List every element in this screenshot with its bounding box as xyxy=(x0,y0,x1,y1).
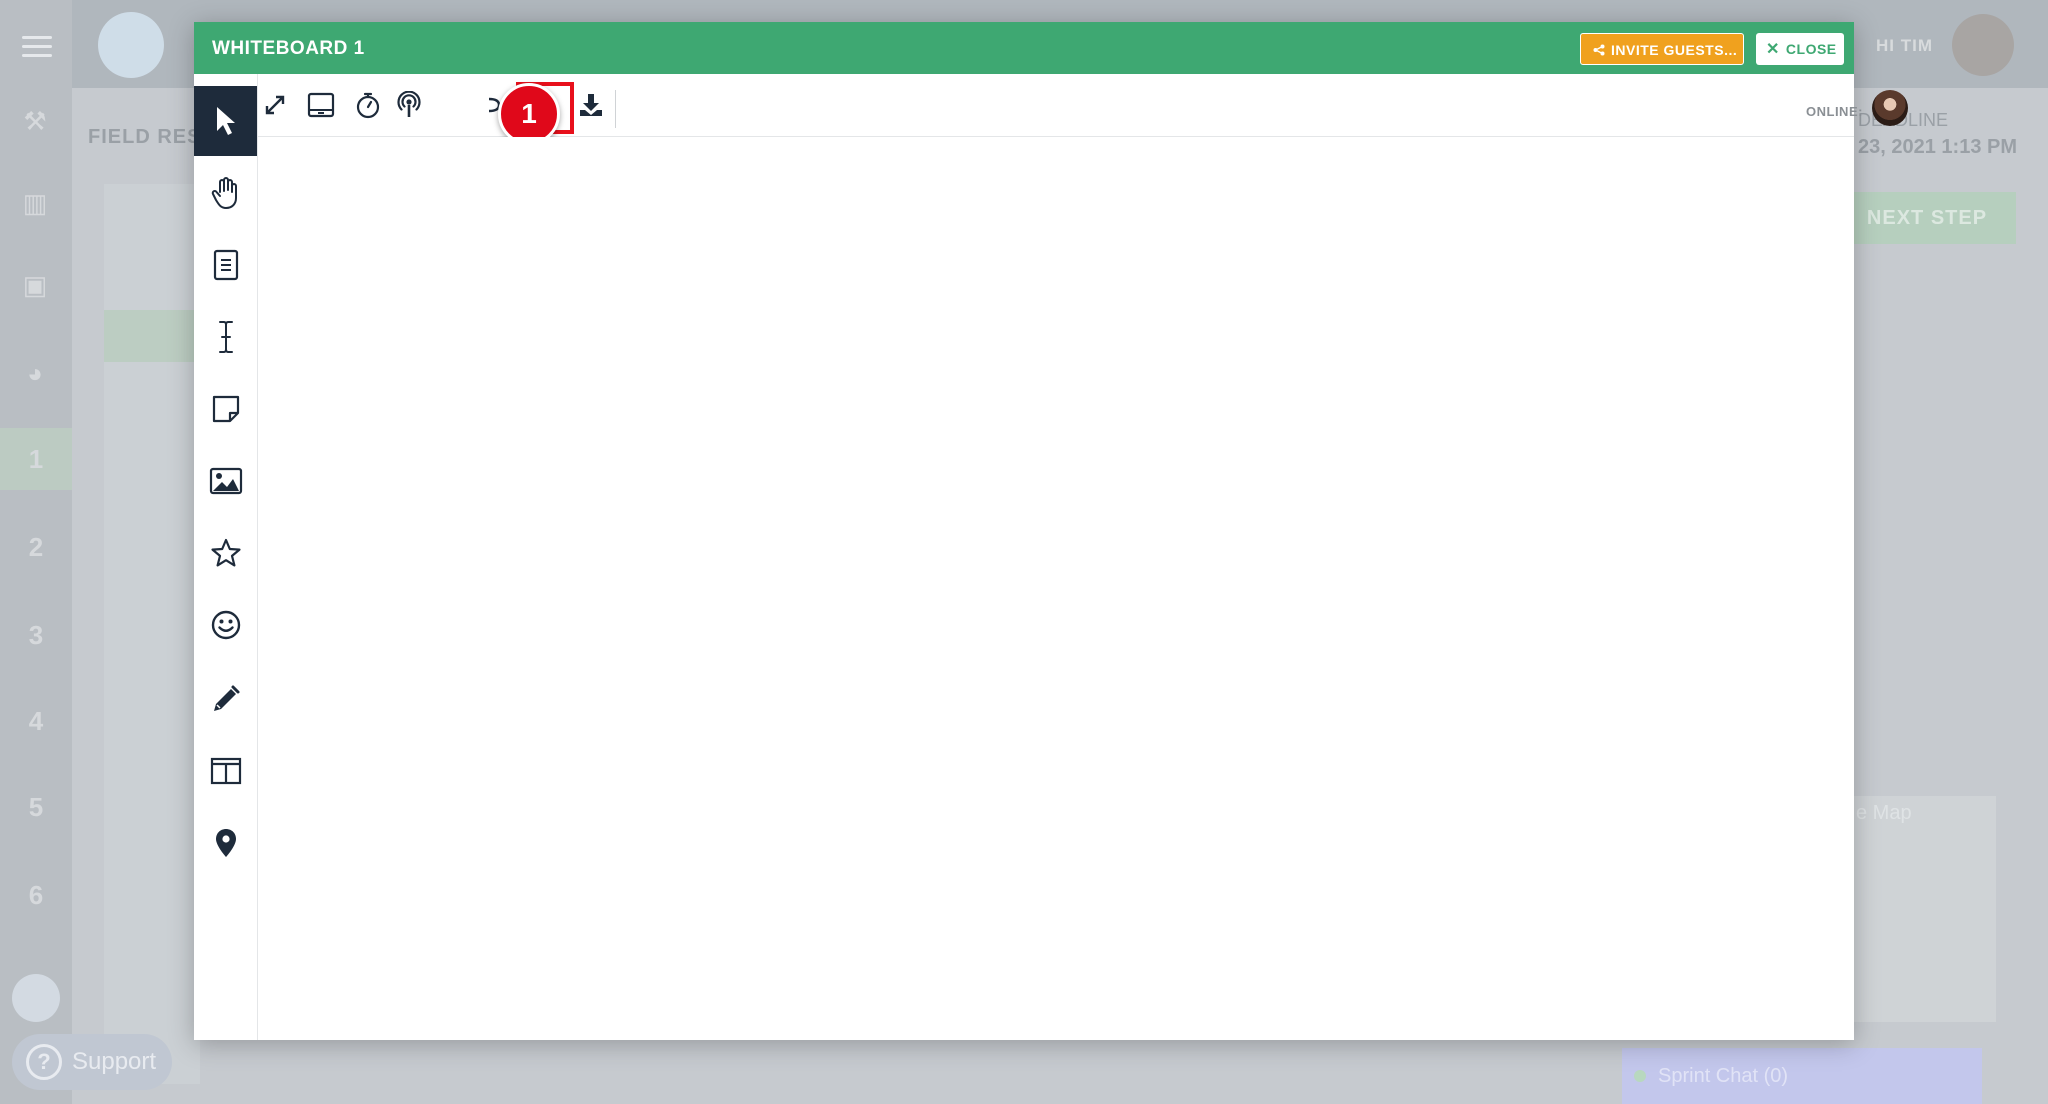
broadcast-button[interactable] xyxy=(392,88,426,122)
image-icon xyxy=(209,467,242,495)
invite-guests-button[interactable]: INVITE GUESTS... xyxy=(1580,33,1744,65)
menu-icon[interactable] xyxy=(22,36,52,58)
share-icon xyxy=(1593,44,1605,56)
whiteboard-modal: WHITEBOARD 1 INVITE GUESTS... ✕ CLOSE 1 … xyxy=(194,22,1908,1040)
step-1[interactable]: 1 xyxy=(0,428,72,490)
close-icon: ✕ xyxy=(1766,41,1780,58)
support-label: Support xyxy=(72,1048,157,1075)
status-dot xyxy=(1634,1070,1646,1082)
user-avatar[interactable] xyxy=(1952,14,2014,76)
online-user-avatar[interactable] xyxy=(1872,90,1908,126)
timer-button[interactable] xyxy=(351,88,385,122)
fullscreen-button[interactable] xyxy=(258,88,292,122)
palette-icon[interactable]: ◕ xyxy=(20,358,50,388)
pencil-icon xyxy=(213,685,239,711)
step-6[interactable]: 6 xyxy=(0,864,72,926)
hand-pan-icon xyxy=(211,177,237,209)
map-pin-icon xyxy=(215,829,236,857)
invite-label: INVITE GUESTS... xyxy=(1611,42,1738,58)
columns-tool[interactable] xyxy=(194,736,257,806)
sprint-chat-label: Sprint Chat (0) xyxy=(1658,1065,1789,1087)
close-button[interactable]: ✕ CLOSE xyxy=(1756,33,1844,65)
step-3[interactable]: 3 xyxy=(0,604,72,666)
toolbar-separator xyxy=(615,90,616,128)
columns-icon xyxy=(210,757,241,785)
download-icon xyxy=(580,94,602,116)
sticky-note-icon xyxy=(212,395,239,423)
online-label: ONLINE: xyxy=(1806,104,1863,119)
tool-sidebar xyxy=(194,74,258,1040)
greeting[interactable]: HI TIM xyxy=(1876,36,1933,56)
modal-title: WHITEBOARD 1 xyxy=(212,38,365,59)
whiteboard-toolbar: 1 ONLINE: xyxy=(258,74,1908,145)
smiley-icon xyxy=(211,610,240,640)
image-tool[interactable] xyxy=(194,446,257,516)
sticky-note-tool[interactable] xyxy=(194,374,257,444)
text-cursor-icon xyxy=(218,321,233,353)
small-logo-icon xyxy=(12,974,60,1022)
document-tool[interactable] xyxy=(194,230,257,300)
progress-bar xyxy=(104,310,200,362)
star-tool[interactable] xyxy=(194,518,257,588)
text-tool[interactable] xyxy=(194,302,257,372)
pan-tool[interactable] xyxy=(194,158,257,228)
map-label: e Map xyxy=(1856,802,1912,824)
step-5[interactable]: 5 xyxy=(0,776,72,838)
document-icon xyxy=(213,249,238,281)
select-pointer-icon xyxy=(216,107,235,135)
emoji-tool[interactable] xyxy=(194,590,257,660)
support-button[interactable]: ? Support xyxy=(12,1034,172,1090)
dashboard-icon[interactable]: ▣ xyxy=(20,270,50,300)
app-logo[interactable] xyxy=(98,12,164,78)
page-title: FIELD RES xyxy=(88,126,202,148)
tablet-view-button[interactable] xyxy=(304,88,338,122)
wrench-icon[interactable]: ⚒ xyxy=(20,106,50,136)
sprint-chat-bar[interactable]: Sprint Chat (0) xyxy=(1622,1048,1982,1104)
deadline-date: 23, 2021 1:13 PM xyxy=(1858,136,2017,158)
pencil-tool[interactable] xyxy=(194,664,257,734)
select-tool[interactable] xyxy=(194,86,257,156)
bar-chart-icon[interactable]: ▥ xyxy=(20,188,50,218)
modal-header: WHITEBOARD 1 INVITE GUESTS... ✕ CLOSE xyxy=(194,22,1854,74)
download-button[interactable] xyxy=(574,88,608,122)
timer-icon xyxy=(356,92,380,119)
map-card xyxy=(1852,796,1996,1022)
help-icon: ? xyxy=(26,1044,62,1080)
location-tool[interactable] xyxy=(194,808,257,878)
star-icon xyxy=(210,538,241,567)
app-sidebar: ⚒ ▥ ▣ ◕ 1 2 3 4 5 6 xyxy=(0,0,72,1104)
whiteboard-canvas[interactable] xyxy=(258,137,1854,1040)
fullscreen-icon xyxy=(265,95,285,115)
broadcast-icon xyxy=(397,91,421,117)
annotation-step-badge: 1 xyxy=(498,83,560,145)
tablet-icon xyxy=(307,92,335,118)
close-label: CLOSE xyxy=(1785,41,1837,57)
step-2[interactable]: 2 xyxy=(0,516,72,578)
step-4[interactable]: 4 xyxy=(0,690,72,752)
next-step-button[interactable]: NEXT STEP xyxy=(1838,192,2016,244)
